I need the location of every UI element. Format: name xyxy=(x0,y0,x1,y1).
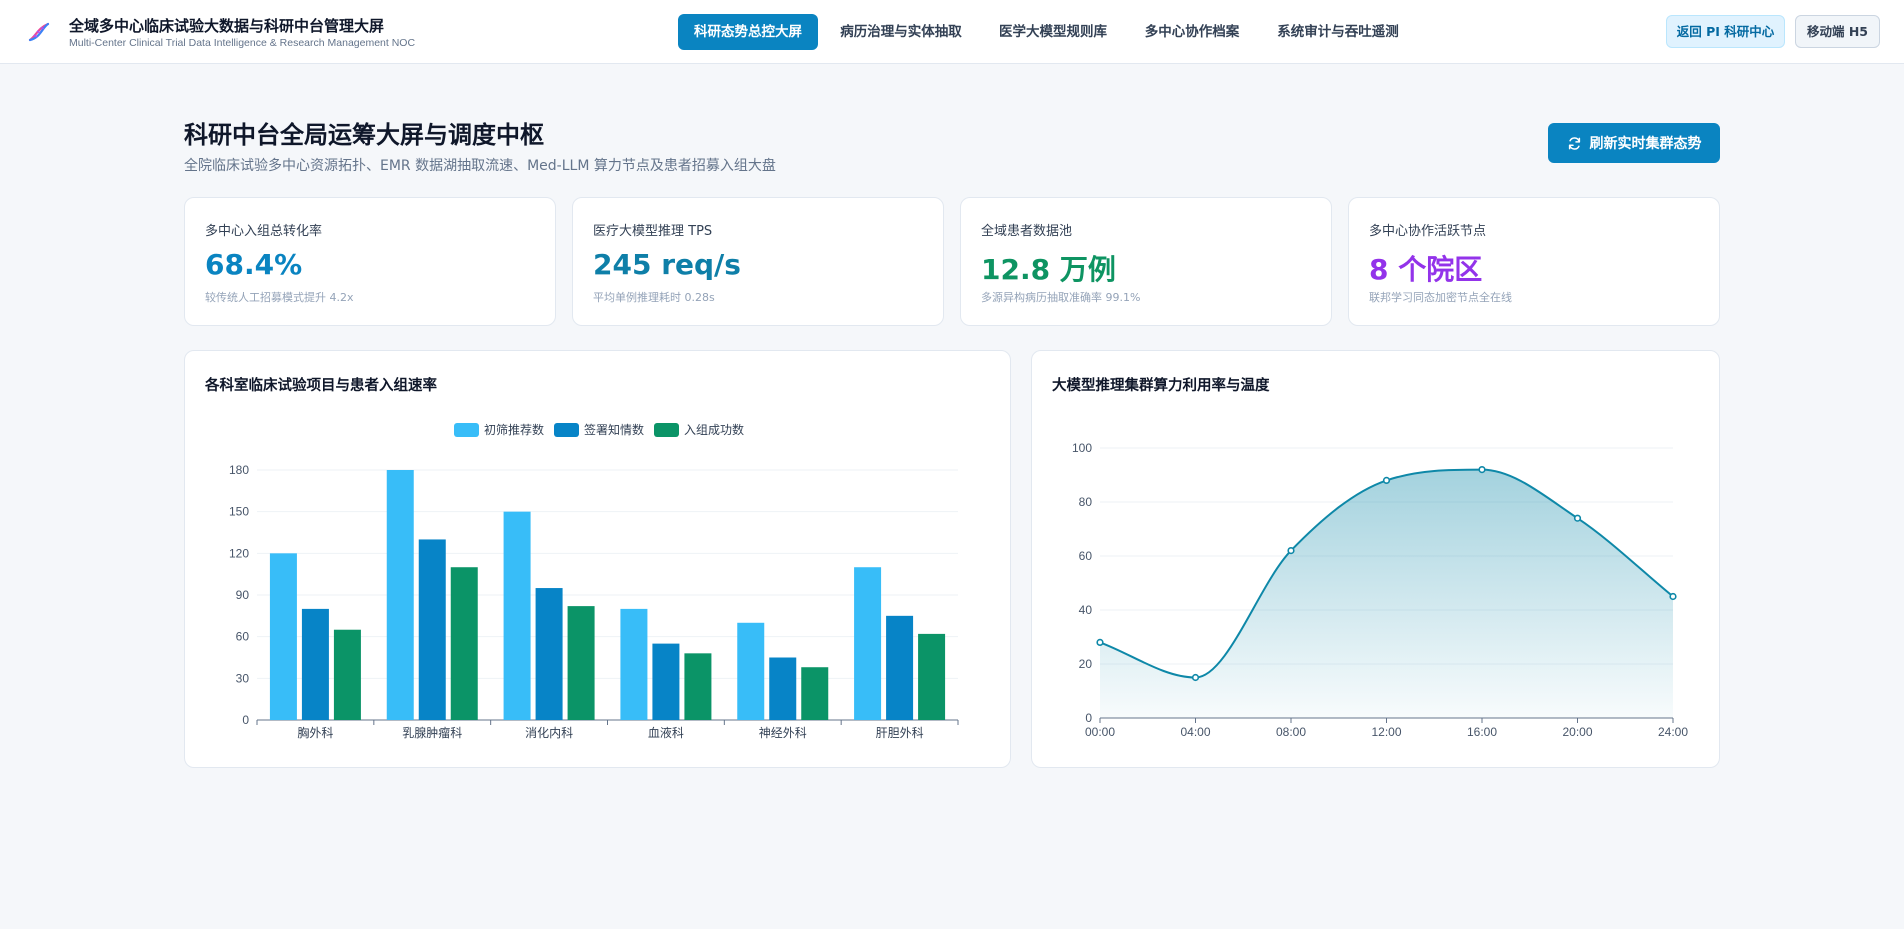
x-tick-label: 00:00 xyxy=(1085,725,1115,739)
x-tick-label: 24:00 xyxy=(1658,725,1688,739)
kpi-note: 较传统人工招募模式提升 4.2x xyxy=(205,291,354,304)
x-category-label: 血液科 xyxy=(648,725,684,740)
tab-multicenter-archive[interactable]: 多中心协作档案 xyxy=(1130,14,1254,50)
kpi-note: 平均单例推理耗时 0.28s xyxy=(593,291,715,304)
x-category-label: 消化内科 xyxy=(525,726,573,740)
tab-emr-governance[interactable]: 病历治理与实体抽取 xyxy=(826,14,976,50)
refresh-icon xyxy=(1568,136,1580,150)
kpi-label: 多中心协作活跃节点 xyxy=(1369,224,1487,239)
y-tick-label: 120 xyxy=(229,546,249,560)
legend-label: 入组成功数 xyxy=(684,422,744,437)
bar xyxy=(737,622,765,720)
legend-label: 签署知情数 xyxy=(584,422,644,437)
bar xyxy=(652,643,680,720)
llm-cluster-line-chart-panel: 大模型推理集群算力利用率与温度 0 20 40 60 80 100 00:00 04:00 08… xyxy=(1031,350,1720,768)
data-point xyxy=(1478,465,1486,474)
enrollment-bar-chart: 初筛推荐数 签署知情数 入组成功数 0 30 60 90 120 150 180 胸外科 乳腺肿瘤科 消… xyxy=(229,422,959,740)
bar xyxy=(269,553,297,720)
y-tick-label: 0 xyxy=(242,713,249,727)
x-category-label: 神经外科 xyxy=(759,726,807,740)
bar xyxy=(886,615,914,720)
page-subtitle: 全院临床试验多中心资源拓扑、EMR 数据湖抽取流速、Med-LLM 算力节点及患… xyxy=(184,158,776,174)
legend-swatch xyxy=(654,423,679,437)
y-tick-label: 60 xyxy=(236,630,250,644)
bar xyxy=(503,511,531,720)
data-point xyxy=(1573,514,1582,522)
page-title: 科研中台全局运筹大屏与调度中枢 xyxy=(184,121,544,149)
kpi-value: 12.8 万例 xyxy=(981,253,1116,286)
x-tick-label: 08:00 xyxy=(1276,725,1306,739)
bar xyxy=(684,653,712,720)
bar xyxy=(418,539,446,720)
kpi-value: 8 个院区 xyxy=(1369,253,1483,286)
data-point xyxy=(1191,673,1200,682)
tab-system-audit[interactable]: 系统审计与吞吐遥测 xyxy=(1262,14,1414,50)
y-tick-label: 90 xyxy=(236,588,250,602)
kpi-card-active-nodes: 多中心协作活跃节点 8 个院区 联邦学习同态加密节点全在线 xyxy=(1348,197,1720,326)
kpi-label: 医疗大模型推理 TPS xyxy=(593,224,713,239)
bar xyxy=(918,633,946,720)
legend-label: 初筛推荐数 xyxy=(484,422,544,437)
data-point xyxy=(1287,547,1295,555)
app-title: 全域多中心临床试验大数据与科研中台管理大屏 xyxy=(69,17,385,35)
kpi-value: 68.4% xyxy=(205,248,303,281)
data-point xyxy=(1096,638,1104,647)
bar xyxy=(769,657,797,720)
kpi-note: 联邦学习同态加密节点全在线 xyxy=(1369,291,1512,304)
bar xyxy=(450,567,478,720)
x-tick-label: 16:00 xyxy=(1467,725,1497,739)
kpi-card-llm-tps: 医疗大模型推理 TPS 245 req/s 平均单例推理耗时 0.28s xyxy=(572,197,944,326)
bar xyxy=(567,606,595,720)
top-navigation-bar: 全域多中心临床试验大数据与科研中台管理大屏 Multi-Center Clini… xyxy=(0,0,1904,64)
x-tick-label: 20:00 xyxy=(1562,725,1592,739)
y-tick-label: 40 xyxy=(1079,603,1093,617)
bar xyxy=(535,588,563,720)
tab-llm-rules[interactable]: 医学大模型规则库 xyxy=(984,14,1122,50)
y-tick-label: 60 xyxy=(1079,549,1093,563)
mobile-h5-button[interactable]: 移动端 H5 xyxy=(1795,15,1880,48)
y-tick-label: 150 xyxy=(229,505,249,519)
y-tick-label: 80 xyxy=(1079,495,1093,509)
x-category-label: 胸外科 xyxy=(297,725,333,740)
bar xyxy=(301,608,329,720)
app-subtitle: Multi-Center Clinical Trial Data Intelli… xyxy=(69,37,416,49)
x-tick-label: 04:00 xyxy=(1180,725,1210,739)
bar xyxy=(386,470,414,720)
tab-dashboard[interactable]: 科研态势总控大屏 xyxy=(678,14,818,50)
utilization-area xyxy=(1100,469,1673,718)
enrollment-bar-chart-panel: 各科室临床试验项目与患者入组速率 初筛推荐数 签署知情数 入组成功数 0 30 60 90 1… xyxy=(184,350,1011,768)
y-tick-label: 100 xyxy=(1072,441,1092,455)
bar xyxy=(854,567,882,720)
y-tick-label: 0 xyxy=(1085,711,1092,725)
y-tick-label: 30 xyxy=(236,671,250,685)
kpi-value: 245 req/s xyxy=(593,248,741,281)
y-tick-label: 180 xyxy=(229,463,249,477)
data-point xyxy=(1669,592,1677,601)
x-tick-label: 12:00 xyxy=(1371,725,1401,739)
llm-cluster-area-chart: 0 20 40 60 80 100 00:00 04:00 08:00 12:00 16:00 20:… xyxy=(1072,441,1688,739)
dna-icon xyxy=(28,22,50,42)
legend-swatch xyxy=(554,423,579,437)
bar xyxy=(333,629,361,720)
refresh-button-label: 刷新实时集群态势 xyxy=(1589,136,1702,152)
x-category-label: 乳腺肿瘤科 xyxy=(402,725,462,740)
kpi-label: 多中心入组总转化率 xyxy=(205,224,323,239)
bar xyxy=(801,667,829,720)
kpi-label: 全域患者数据池 xyxy=(981,224,1073,239)
bar xyxy=(620,608,648,720)
data-point xyxy=(1382,476,1391,484)
x-category-label: 肝胆外科 xyxy=(876,726,924,740)
y-tick-label: 20 xyxy=(1079,657,1093,671)
back-to-pi-center-button[interactable]: 返回 PI 科研中心 xyxy=(1666,15,1785,48)
kpi-card-patient-pool: 全域患者数据池 12.8 万例 多源异构病历抽取准确率 99.1% xyxy=(960,197,1332,326)
kpi-note: 多源异构病历抽取准确率 99.1% xyxy=(981,291,1141,304)
kpi-card-enrollment-rate: 多中心入组总转化率 68.4% 较传统人工招募模式提升 4.2x xyxy=(184,197,556,326)
legend-swatch xyxy=(454,423,479,437)
refresh-cluster-button[interactable]: 刷新实时集群态势 xyxy=(1548,123,1720,163)
